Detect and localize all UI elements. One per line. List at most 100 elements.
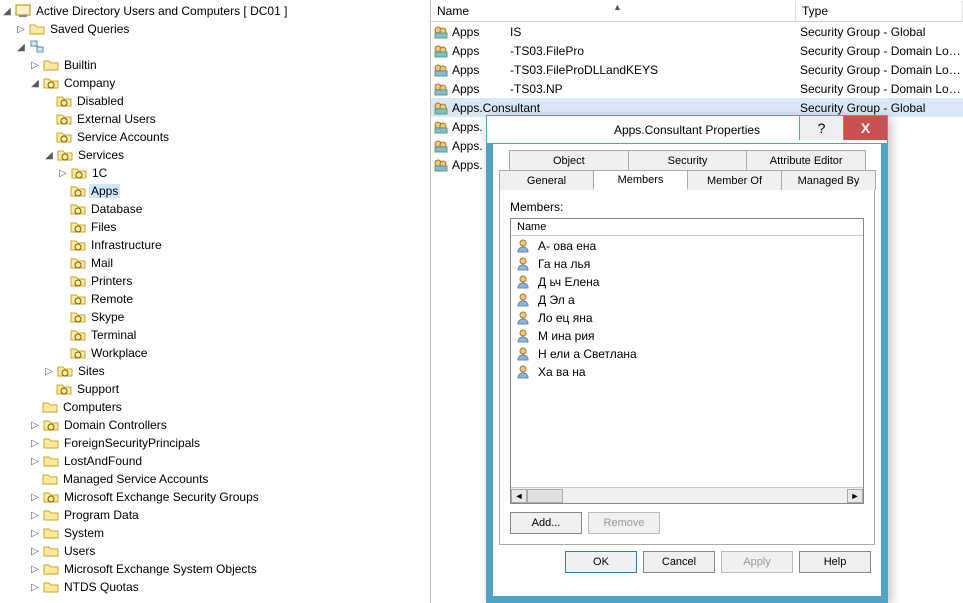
ou-icon [56, 129, 72, 145]
tab-attribute-editor[interactable]: Attribute Editor [746, 150, 866, 170]
chevron-down-icon[interactable]: ◢ [28, 76, 42, 90]
chevron-right-icon[interactable]: ▷ [28, 490, 42, 504]
chevron-right-icon[interactable]: ▷ [14, 22, 28, 36]
member-row[interactable]: М ина рия [511, 327, 863, 345]
chevron-right-icon[interactable]: ▷ [28, 526, 42, 540]
list-row[interactable]: Apps-TS03.FileProDLLandKEYSSecurity Grou… [431, 60, 963, 79]
chevron-right-icon[interactable]: ▷ [42, 364, 56, 378]
tab-managed-by[interactable]: Managed By [781, 170, 876, 190]
member-row[interactable]: Га на лья [511, 255, 863, 273]
tree-computers[interactable]: Computers [0, 398, 430, 416]
tree-svc-printers[interactable]: Printers [0, 272, 430, 290]
tree-svc-terminal[interactable]: Terminal [0, 326, 430, 344]
tree-svc-workplace[interactable]: Workplace [0, 344, 430, 362]
chevron-right-icon[interactable]: ▷ [56, 166, 70, 180]
chevron-right-icon[interactable]: ▷ [28, 544, 42, 558]
tree-ntds[interactable]: ▷NTDS Quotas [0, 578, 430, 596]
chevron-down-icon[interactable]: ◢ [0, 4, 14, 18]
chevron-right-icon[interactable]: ▷ [28, 562, 42, 576]
ou-icon [70, 255, 86, 271]
member-row[interactable]: А- ова ена [511, 237, 863, 255]
tab-members[interactable]: Members [593, 170, 688, 190]
chevron-down-icon[interactable]: ◢ [42, 148, 56, 162]
tree-domain-controllers[interactable]: ▷Domain Controllers [0, 416, 430, 434]
tab-security[interactable]: Security [628, 150, 748, 170]
chevron-right-icon[interactable]: ▷ [28, 508, 42, 522]
tree-builtin[interactable]: ▷ Builtin [0, 56, 430, 74]
tree-company[interactable]: ◢ Company [0, 74, 430, 92]
ou-icon [70, 201, 86, 217]
tree-sites[interactable]: ▷ Sites [0, 362, 430, 380]
member-row[interactable]: Ха ва на [511, 363, 863, 381]
tree-svc-infra[interactable]: Infrastructure [0, 236, 430, 254]
tree-svc-mail[interactable]: Mail [0, 254, 430, 272]
scroll-left-icon[interactable]: ◄ [511, 489, 527, 503]
cancel-button[interactable]: Cancel [643, 551, 715, 573]
tree-meso[interactable]: ▷Microsoft Exchange System Objects [0, 560, 430, 578]
chevron-right-icon[interactable]: ▷ [28, 436, 42, 450]
tree-label: Mail [89, 256, 115, 270]
member-row[interactable]: Д ьч Елена [511, 273, 863, 291]
tree-domain-root[interactable]: ◢ [0, 38, 430, 56]
chevron-right-icon[interactable]: ▷ [28, 418, 42, 432]
tree-label: Sites [76, 364, 107, 378]
help-button-footer[interactable]: Help [799, 551, 871, 573]
scroll-thumb[interactable] [527, 489, 563, 503]
tree-svc-apps[interactable]: Apps [0, 182, 430, 200]
tree-saved-queries[interactable]: ▷ Saved Queries [0, 20, 430, 38]
scroll-right-icon[interactable]: ► [847, 489, 863, 503]
btn-label: Remove [604, 517, 645, 529]
members-col-header[interactable]: Name [511, 219, 863, 236]
dialog-title-text: Apps.Consultant Properties [614, 123, 760, 137]
add-button[interactable]: Add... [510, 512, 582, 534]
ok-button[interactable]: OK [565, 551, 637, 573]
member-name: А- ова ена [538, 239, 596, 253]
member-row[interactable]: Ло ец яна [511, 309, 863, 327]
tree-fsp[interactable]: ▷ForeignSecurityPrincipals [0, 434, 430, 452]
tab-object[interactable]: Object [509, 150, 629, 170]
chevron-right-icon[interactable]: ▷ [28, 58, 42, 72]
dialog-titlebar[interactable]: Apps.Consultant Properties ? X [487, 116, 887, 144]
chevron-right-icon[interactable]: ▷ [28, 580, 42, 594]
ou-icon [70, 273, 86, 289]
tree-svc-1c[interactable]: ▷1C [0, 164, 430, 182]
tree-svc-files[interactable]: Files [0, 218, 430, 236]
tree-service-accounts[interactable]: Service Accounts [0, 128, 430, 146]
ou-icon [70, 345, 86, 361]
tree-msa[interactable]: Managed Service Accounts [0, 470, 430, 488]
list-row[interactable]: AppsISSecurity Group - Global [431, 22, 963, 41]
tree-svc-database[interactable]: Database [0, 200, 430, 218]
list-row[interactable]: Apps-TS03.FileProSecurity Group - Domain… [431, 41, 963, 60]
tree-system[interactable]: ▷System [0, 524, 430, 542]
tab-label: Managed By [798, 175, 860, 187]
tree-services[interactable]: ◢ Services [0, 146, 430, 164]
tree-label: Terminal [89, 328, 138, 342]
member-row[interactable]: Д Эл а [511, 291, 863, 309]
horizontal-scrollbar[interactable]: ◄ ► [511, 487, 863, 503]
tree-users[interactable]: ▷Users [0, 542, 430, 560]
member-row[interactable]: Н ели а Светлана [511, 345, 863, 363]
col-header-name[interactable]: Name ▲ [431, 1, 796, 21]
chevron-down-icon[interactable]: ◢ [14, 40, 28, 54]
remove-button[interactable]: Remove [588, 512, 660, 534]
apply-button[interactable]: Apply [721, 551, 793, 573]
tree-lostfound[interactable]: ▷LostAndFound [0, 452, 430, 470]
tree-svc-remote[interactable]: Remote [0, 290, 430, 308]
col-header-type[interactable]: Type [796, 1, 963, 21]
tree-disabled[interactable]: Disabled [0, 92, 430, 110]
tree-external-users[interactable]: External Users [0, 110, 430, 128]
tab-general[interactable]: General [499, 170, 594, 190]
list-row[interactable]: Apps-TS03.NPSecurity Group - Domain Loca… [431, 79, 963, 98]
tab-member-of[interactable]: Member Of [687, 170, 782, 190]
tree-label: Microsoft Exchange Security Groups [62, 490, 261, 504]
tree-svc-skype[interactable]: Skype [0, 308, 430, 326]
members-list[interactable]: Name А- ова ена Га на льяД ьч ЕленаД Эл а… [510, 218, 864, 504]
tree-root[interactable]: ◢ Active Directory Users and Computers [… [0, 2, 430, 20]
tree-label: Files [89, 220, 118, 234]
help-button[interactable]: ? [799, 116, 843, 140]
close-button[interactable]: X [843, 116, 887, 140]
tree-support[interactable]: Support [0, 380, 430, 398]
chevron-right-icon[interactable]: ▷ [28, 454, 42, 468]
tree-mesg[interactable]: ▷ Microsoft Exchange Security Groups [0, 488, 430, 506]
tree-progdata[interactable]: ▷Program Data [0, 506, 430, 524]
